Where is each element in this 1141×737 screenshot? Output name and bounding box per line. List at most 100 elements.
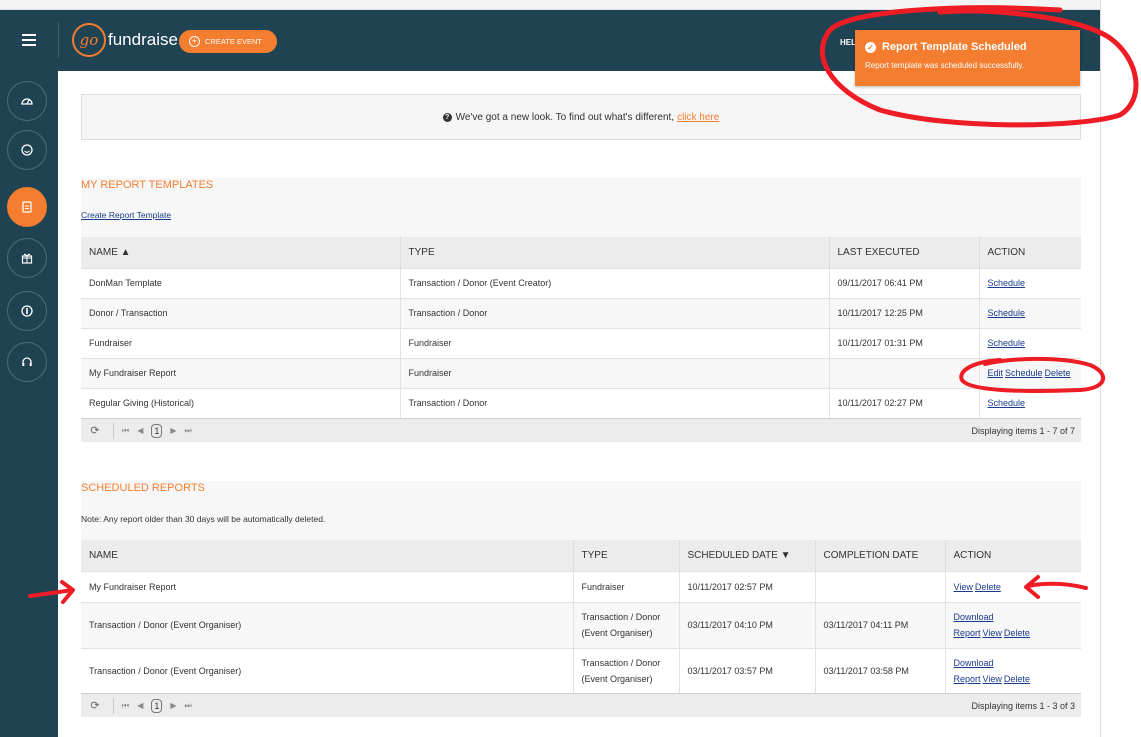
templates-section-bg <box>81 178 1081 238</box>
table-row: My Fundraiser Report Fundraiser 10/11/2017… <box>81 570 1081 602</box>
column-name[interactable]: NAME <box>81 540 573 571</box>
create-event-button[interactable]: + CREATE EVENT <box>179 30 277 53</box>
sidebar-item-rewards[interactable] <box>7 238 47 278</box>
last-page-icon[interactable]: ⏭ <box>185 426 192 436</box>
click-here-link[interactable]: click here <box>677 112 719 123</box>
toast-notification[interactable]: ✓ Report Template Scheduled Report templ… <box>855 30 1080 86</box>
completion-date-cell <box>814 570 945 602</box>
schedule-link[interactable]: Schedule <box>988 338 1026 348</box>
edit-link[interactable]: Edit <box>988 368 1004 378</box>
table-row: DonMan Template Transaction / Donor (Even… <box>81 267 1081 298</box>
prev-page-icon[interactable]: ◀ <box>137 426 143 435</box>
scheduled-note: Note: Any report older than 30 days will… <box>81 514 326 524</box>
table-row: Donor / Transaction Transaction / Donor 10… <box>81 297 1081 328</box>
scheduled-table: NAME TYPE SCHEDULED DATE ▼ COMPLETION DA… <box>81 540 1081 694</box>
create-template-link-wrap: Create Report Template <box>81 210 171 220</box>
report-type-cell: Transaction / Donor (Event Organiser) <box>572 601 679 648</box>
template-type-cell: Transaction / Donor (Event Creator) <box>399 267 829 298</box>
reports-icon <box>22 201 32 213</box>
view-link[interactable]: View <box>983 674 1002 684</box>
logo-text: fundraise <box>108 30 178 49</box>
scheduled-date-cell: 03/11/2017 04:10 PM <box>678 601 815 648</box>
action-cell: Schedule <box>978 387 1081 418</box>
last-page-icon[interactable]: ⏭ <box>185 701 192 711</box>
completion-date-cell: 03/11/2017 04:11 PM <box>814 601 945 648</box>
template-type-cell: Transaction / Donor <box>399 387 829 418</box>
refresh-icon[interactable]: ⟳ <box>87 423 103 439</box>
action-cell: Schedule <box>978 297 1081 328</box>
action-cell: Download Report View Delete <box>944 601 1081 648</box>
view-link[interactable]: View <box>954 582 973 592</box>
page-number[interactable]: 1 <box>151 698 163 713</box>
first-page-icon[interactable]: ⏮ <box>122 701 129 711</box>
column-type[interactable]: TYPE <box>572 540 679 571</box>
schedule-link[interactable]: Schedule <box>988 278 1026 288</box>
scheduled-date-cell: 10/11/2017 02:57 PM <box>678 570 815 602</box>
next-page-icon[interactable]: ▶ <box>170 701 176 710</box>
gift-icon <box>21 253 33 264</box>
report-type-cell: Transaction / Donor (Event Organiser) <box>572 647 679 694</box>
column-completion-date[interactable]: COMPLETION DATE <box>814 540 945 571</box>
toast-message: Report template was scheduled successful… <box>865 61 1025 70</box>
report-name-cell: Transaction / Donor (Event Organiser) <box>81 647 573 694</box>
template-name-cell: Donor / Transaction <box>81 297 400 328</box>
delete-link[interactable]: Delete <box>1004 628 1030 638</box>
refresh-icon[interactable]: ⟳ <box>87 698 103 714</box>
sidebar-item-profile[interactable] <box>7 130 47 170</box>
smiley-icon <box>21 144 33 156</box>
banner-text: We've got a new look. To find out what's… <box>455 111 675 123</box>
create-report-template-link[interactable]: Create Report Template <box>81 210 171 220</box>
pager-separator <box>113 697 114 714</box>
page-number[interactable]: 1 <box>151 423 163 438</box>
next-page-icon[interactable]: ▶ <box>170 426 176 435</box>
menu-icon[interactable] <box>22 34 36 46</box>
template-type-cell: Fundraiser <box>399 327 829 358</box>
toast-title-row: ✓ Report Template Scheduled <box>865 41 1070 53</box>
column-scheduled-date[interactable]: SCHEDULED DATE ▼ <box>678 540 815 571</box>
scheduled-section-bg <box>81 481 1081 541</box>
sidebar-item-reports[interactable] <box>7 187 47 227</box>
action-cell: Schedule <box>978 327 1081 358</box>
schedule-link[interactable]: Schedule <box>1005 368 1043 378</box>
schedule-link[interactable]: Schedule <box>988 308 1026 318</box>
dashboard-icon <box>21 98 33 105</box>
action-cell: Edit Schedule Delete <box>978 357 1081 388</box>
table-row: Fundraiser Fundraiser 10/11/2017 01:31 PM S… <box>81 327 1081 358</box>
window-edge <box>1100 0 1141 737</box>
column-name[interactable]: NAME ▲ <box>81 237 400 268</box>
sidebar-item-dashboard[interactable] <box>7 81 47 121</box>
report-name-cell: My Fundraiser Report <box>81 570 573 602</box>
last-executed-cell: 10/11/2017 01:31 PM <box>828 327 979 358</box>
template-name-cell: My Fundraiser Report <box>81 357 400 388</box>
toast-title: Report Template Scheduled <box>882 41 1027 53</box>
top-strip <box>0 0 1100 10</box>
table-row: Regular Giving (Historical) Transaction /… <box>81 387 1081 418</box>
question-icon: ? <box>442 112 452 122</box>
logo[interactable]: go fundraise <box>72 23 178 57</box>
table-row: My Fundraiser Report Fundraiser Edit Schedu… <box>81 357 1081 388</box>
delete-link[interactable]: Delete <box>1045 368 1071 378</box>
action-cell: Download Report View Delete <box>944 647 1081 694</box>
prev-page-icon[interactable]: ◀ <box>137 701 143 710</box>
create-event-label: CREATE EVENT <box>205 37 262 46</box>
first-page-icon[interactable]: ⏮ <box>122 426 129 436</box>
scheduled-title: SCHEDULED REPORTS <box>81 482 205 494</box>
sidebar <box>0 71 58 737</box>
view-link[interactable]: View <box>983 628 1002 638</box>
sidebar-item-support[interactable] <box>7 342 47 382</box>
templates-header-row: NAME ▲ TYPE LAST EXECUTED ACTION <box>81 237 1081 268</box>
last-executed-cell: 10/11/2017 02:27 PM <box>828 387 979 418</box>
delete-link[interactable]: Delete <box>975 582 1001 592</box>
delete-link[interactable]: Delete <box>1004 674 1030 684</box>
pager-info: Displaying items 1 - 7 of 7 <box>971 425 1075 436</box>
column-last-executed[interactable]: LAST EXECUTED <box>828 237 979 268</box>
action-cell: View Delete <box>944 570 1081 602</box>
template-name-cell: Fundraiser <box>81 327 400 358</box>
last-executed-cell <box>828 357 979 388</box>
template-type-cell: Transaction / Donor <box>399 297 829 328</box>
new-look-banner: ? We've got a new look. To find out what… <box>81 94 1081 140</box>
schedule-link[interactable]: Schedule <box>988 398 1026 408</box>
sidebar-item-donations[interactable] <box>7 291 47 331</box>
help-link[interactable]: HEL <box>840 38 856 47</box>
column-type[interactable]: TYPE <box>399 237 829 268</box>
